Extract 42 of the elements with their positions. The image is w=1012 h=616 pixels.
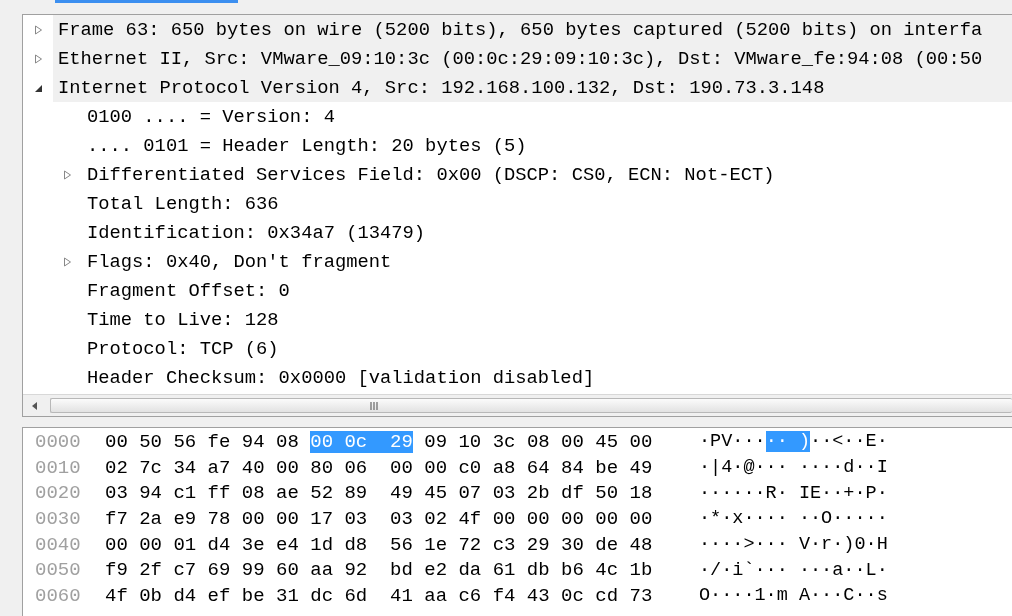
scroll-left-icon[interactable] bbox=[32, 401, 38, 410]
ascii-text: ·PV··· bbox=[699, 431, 766, 453]
ascii-text: ··<··E· bbox=[810, 431, 888, 453]
ascii-text: ······R· IE··+·P· bbox=[699, 482, 888, 504]
ascii-text: ·/·i`··· ···a··L· bbox=[699, 559, 888, 581]
tree-item[interactable]: Protocol: TCP (6) bbox=[87, 337, 279, 360]
expand-triangle-icon[interactable] bbox=[62, 169, 72, 180]
tree-item[interactable]: 0100 .... = Version: 4 bbox=[87, 105, 335, 128]
expand-triangle-icon[interactable] bbox=[33, 24, 43, 35]
tree-item[interactable]: Time to Live: 128 bbox=[87, 308, 279, 331]
hex-bytes: 00 00 01 d4 3e e4 1d d8 56 1e 72 c3 29 30 de 48 bbox=[105, 533, 653, 556]
hex-bytes: 00 50 56 fe 94 08 bbox=[105, 430, 300, 453]
scrollbar-thumb[interactable] bbox=[50, 398, 1012, 413]
byte-offset: 0010 bbox=[35, 456, 81, 479]
tree-item[interactable]: Header Checksum: 0x0000 [validation disabled] bbox=[87, 366, 595, 389]
tree-item[interactable]: Identification: 0x34a7 (13479) bbox=[87, 221, 426, 244]
byte-offset: 0060 bbox=[35, 584, 81, 607]
byte-offset: 0050 bbox=[35, 559, 81, 582]
tree-item[interactable]: Flags: 0x40, Don't fragment bbox=[87, 250, 392, 273]
hex-bytes: 09 10 3c 08 00 45 00 bbox=[423, 430, 653, 453]
hex-bytes: f7 2a e9 78 00 00 17 03 03 02 4f 00 00 00 00 00 bbox=[105, 507, 653, 530]
tree-item[interactable]: Fragment Offset: 0 bbox=[87, 279, 290, 302]
grip-icon bbox=[370, 401, 379, 410]
ascii-text: ·*·x···· ··O····· bbox=[699, 508, 888, 530]
hex-bytes: f9 2f c7 69 99 60 aa 92 bd e2 da 61 db b6 4c 1b bbox=[105, 559, 653, 582]
hex-bytes: 4f 0b d4 ef be 31 dc 6d 41 aa c6 f4 43 0c cd 73 bbox=[105, 584, 653, 607]
byte-offset: 0040 bbox=[35, 533, 81, 556]
expand-triangle-icon[interactable] bbox=[62, 256, 72, 267]
byte-offset: 0020 bbox=[35, 482, 81, 505]
hex-bytes: 03 94 c1 ff 08 ae 52 89 49 45 07 03 2b df 50 18 bbox=[105, 482, 653, 505]
tree-item[interactable]: Total Length: 636 bbox=[87, 192, 279, 215]
ascii-text: ·· ) bbox=[765, 431, 811, 453]
tree-item[interactable]: Differentiated Services Field: 0x00 (DSCP: CS0, ECN: Not-ECT) bbox=[87, 163, 775, 186]
ascii-text: ·|4·@··· ····d··I bbox=[699, 457, 888, 479]
tree-item[interactable]: .... 0101 = Header Length: 20 bytes (5) bbox=[87, 134, 527, 157]
byte-offset: 0030 bbox=[35, 507, 81, 530]
byte-offset: 0000 bbox=[35, 430, 81, 453]
expand-triangle-icon[interactable] bbox=[33, 53, 43, 64]
ascii-text: ····>··· V·r·)0·H bbox=[699, 534, 888, 556]
hex-bytes: 02 7c 34 a7 40 00 80 06 00 00 c0 a8 64 84 be 49 bbox=[105, 456, 653, 479]
hex-bytes: 00 0c 29 bbox=[310, 430, 413, 453]
ascii-text: O····1·m A···C··s bbox=[699, 585, 888, 607]
